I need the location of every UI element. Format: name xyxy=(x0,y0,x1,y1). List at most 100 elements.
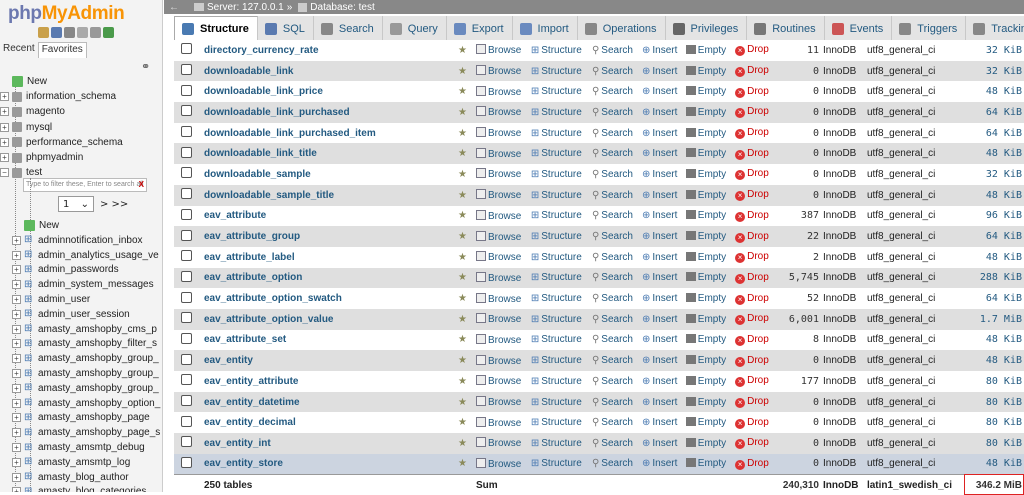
browse-action[interactable]: Browse xyxy=(474,330,529,351)
row-checkbox[interactable] xyxy=(181,146,192,158)
clear-filter-icon[interactable]: X xyxy=(139,180,144,189)
structure-action[interactable]: ⊞ Structure xyxy=(529,81,590,102)
browse-action[interactable]: Browse xyxy=(474,81,529,102)
drop-action[interactable]: × Drop xyxy=(733,164,775,185)
browse-action[interactable]: Browse xyxy=(474,412,529,433)
favorite-star-icon[interactable]: ★ xyxy=(456,185,474,206)
structure-action[interactable]: ⊞ Structure xyxy=(529,206,590,227)
search-action[interactable]: ⚲ Search xyxy=(590,309,640,330)
search-action[interactable]: ⚲ Search xyxy=(590,206,640,227)
collapse-nav-icon[interactable]: ← xyxy=(164,2,184,13)
table-name-link[interactable]: eav_entity_attribute xyxy=(194,371,456,392)
empty-action[interactable]: Empty xyxy=(684,123,733,144)
table-name-link[interactable]: downloadable_link xyxy=(194,61,456,82)
table-size-link[interactable]: 48 KiB xyxy=(964,330,1024,351)
favorite-star-icon[interactable]: ★ xyxy=(456,164,474,185)
table-size-link[interactable]: 48 KiB xyxy=(964,350,1024,371)
table-name-link[interactable]: downloadable_link_purchased_item xyxy=(194,123,456,144)
browse-action[interactable]: Browse xyxy=(474,123,529,144)
structure-action[interactable]: ⊞ Structure xyxy=(529,433,590,454)
row-checkbox[interactable] xyxy=(181,105,192,117)
favorite-star-icon[interactable]: ★ xyxy=(456,40,474,61)
table-name-link[interactable]: downloadable_link_title xyxy=(194,143,456,164)
insert-action[interactable]: ⊕ Insert xyxy=(640,102,684,123)
structure-action[interactable]: ⊞ Structure xyxy=(529,61,590,82)
table-item[interactable]: + ⊞ admin_user xyxy=(12,292,162,307)
empty-action[interactable]: Empty xyxy=(684,81,733,102)
row-checkbox[interactable] xyxy=(181,208,192,220)
drop-action[interactable]: × Drop xyxy=(733,330,775,351)
expand-icon[interactable]: + xyxy=(12,369,21,378)
expand-icon[interactable]: + xyxy=(0,153,9,162)
browse-action[interactable]: Browse xyxy=(474,40,529,61)
browse-action[interactable]: Browse xyxy=(474,309,529,330)
browse-action[interactable]: Browse xyxy=(474,164,529,185)
expand-icon[interactable]: + xyxy=(12,280,21,290)
favorite-star-icon[interactable]: ★ xyxy=(456,81,474,102)
settings-icon[interactable] xyxy=(90,27,101,38)
table-name-link[interactable]: eav_attribute_option xyxy=(194,268,456,289)
table-name-link[interactable]: eav_attribute_label xyxy=(194,247,456,268)
drop-action[interactable]: × Drop xyxy=(733,102,775,123)
browse-action[interactable]: Browse xyxy=(474,102,529,123)
row-checkbox[interactable] xyxy=(181,291,192,303)
tab-routines[interactable]: Routines xyxy=(747,16,825,41)
empty-action[interactable]: Empty xyxy=(684,247,733,268)
table-name-link[interactable]: eav_entity xyxy=(194,350,456,371)
structure-action[interactable]: ⊞ Structure xyxy=(529,371,590,392)
drop-action[interactable]: × Drop xyxy=(733,226,775,247)
empty-action[interactable]: Empty xyxy=(684,371,733,392)
tab-sql[interactable]: SQL xyxy=(258,16,314,41)
reload-icon[interactable] xyxy=(103,27,114,38)
empty-action[interactable]: Empty xyxy=(684,102,733,123)
table-item[interactable]: + ⊞ amasty_amshopby_group_ xyxy=(12,351,162,366)
table-name-link[interactable]: downloadable_sample xyxy=(194,164,456,185)
drop-action[interactable]: × Drop xyxy=(733,350,775,371)
tab-search[interactable]: Search xyxy=(314,16,383,41)
tab-export[interactable]: Export xyxy=(447,16,513,41)
empty-action[interactable]: Empty xyxy=(684,330,733,351)
search-action[interactable]: ⚲ Search xyxy=(590,433,640,454)
tab-favorites[interactable]: Favorites xyxy=(37,42,87,58)
favorite-star-icon[interactable]: ★ xyxy=(456,288,474,309)
insert-action[interactable]: ⊕ Insert xyxy=(640,123,684,144)
search-action[interactable]: ⚲ Search xyxy=(590,143,640,164)
database-item[interactable]: + magento xyxy=(0,104,162,119)
empty-action[interactable]: Empty xyxy=(684,61,733,82)
drop-action[interactable]: × Drop xyxy=(733,309,775,330)
breadcrumb-database[interactable]: Database: test xyxy=(310,2,374,13)
structure-action[interactable]: ⊞ Structure xyxy=(529,268,590,289)
tab-operations[interactable]: Operations xyxy=(578,16,666,41)
tab-recent[interactable]: Recent xyxy=(0,42,38,58)
table-size-link[interactable]: 32 KiB xyxy=(964,61,1024,82)
empty-action[interactable]: Empty xyxy=(684,185,733,206)
expand-icon[interactable] xyxy=(0,77,9,86)
favorite-star-icon[interactable]: ★ xyxy=(456,454,474,475)
expand-icon[interactable]: + xyxy=(12,457,21,467)
phpmyadmin-logo[interactable]: phpMyAdmin xyxy=(8,3,125,25)
expand-icon[interactable]: + xyxy=(12,487,21,492)
table-item[interactable]: + ⊞ admin_analytics_usage_ve xyxy=(12,248,162,263)
help-icon[interactable] xyxy=(64,27,75,38)
empty-action[interactable]: Empty xyxy=(684,40,733,61)
browse-action[interactable]: Browse xyxy=(474,454,529,475)
database-item[interactable]: + phpmyadmin xyxy=(0,150,162,165)
structure-action[interactable]: ⊞ Structure xyxy=(529,226,590,247)
table-size-link[interactable]: 80 KiB xyxy=(964,371,1024,392)
insert-action[interactable]: ⊕ Insert xyxy=(640,433,684,454)
favorite-star-icon[interactable]: ★ xyxy=(456,206,474,227)
table-size-link[interactable]: 32 KiB xyxy=(964,164,1024,185)
table-name-link[interactable]: downloadable_link_price xyxy=(194,81,456,102)
search-action[interactable]: ⚲ Search xyxy=(590,164,640,185)
table-item[interactable]: + ⊞ amasty_amshopby_group_ xyxy=(12,366,162,381)
expand-icon[interactable]: + xyxy=(0,122,9,132)
insert-action[interactable]: ⊕ Insert xyxy=(640,226,684,247)
table-size-link[interactable]: 48 KiB xyxy=(964,454,1024,475)
table-size-link[interactable]: 80 KiB xyxy=(964,392,1024,413)
favorite-star-icon[interactable]: ★ xyxy=(456,268,474,289)
search-action[interactable]: ⚲ Search xyxy=(590,185,640,206)
table-item[interactable]: + ⊞ amasty_amsmtp_log xyxy=(12,455,162,470)
empty-action[interactable]: Empty xyxy=(684,268,733,289)
structure-action[interactable]: ⊞ Structure xyxy=(529,330,590,351)
browse-action[interactable]: Browse xyxy=(474,350,529,371)
